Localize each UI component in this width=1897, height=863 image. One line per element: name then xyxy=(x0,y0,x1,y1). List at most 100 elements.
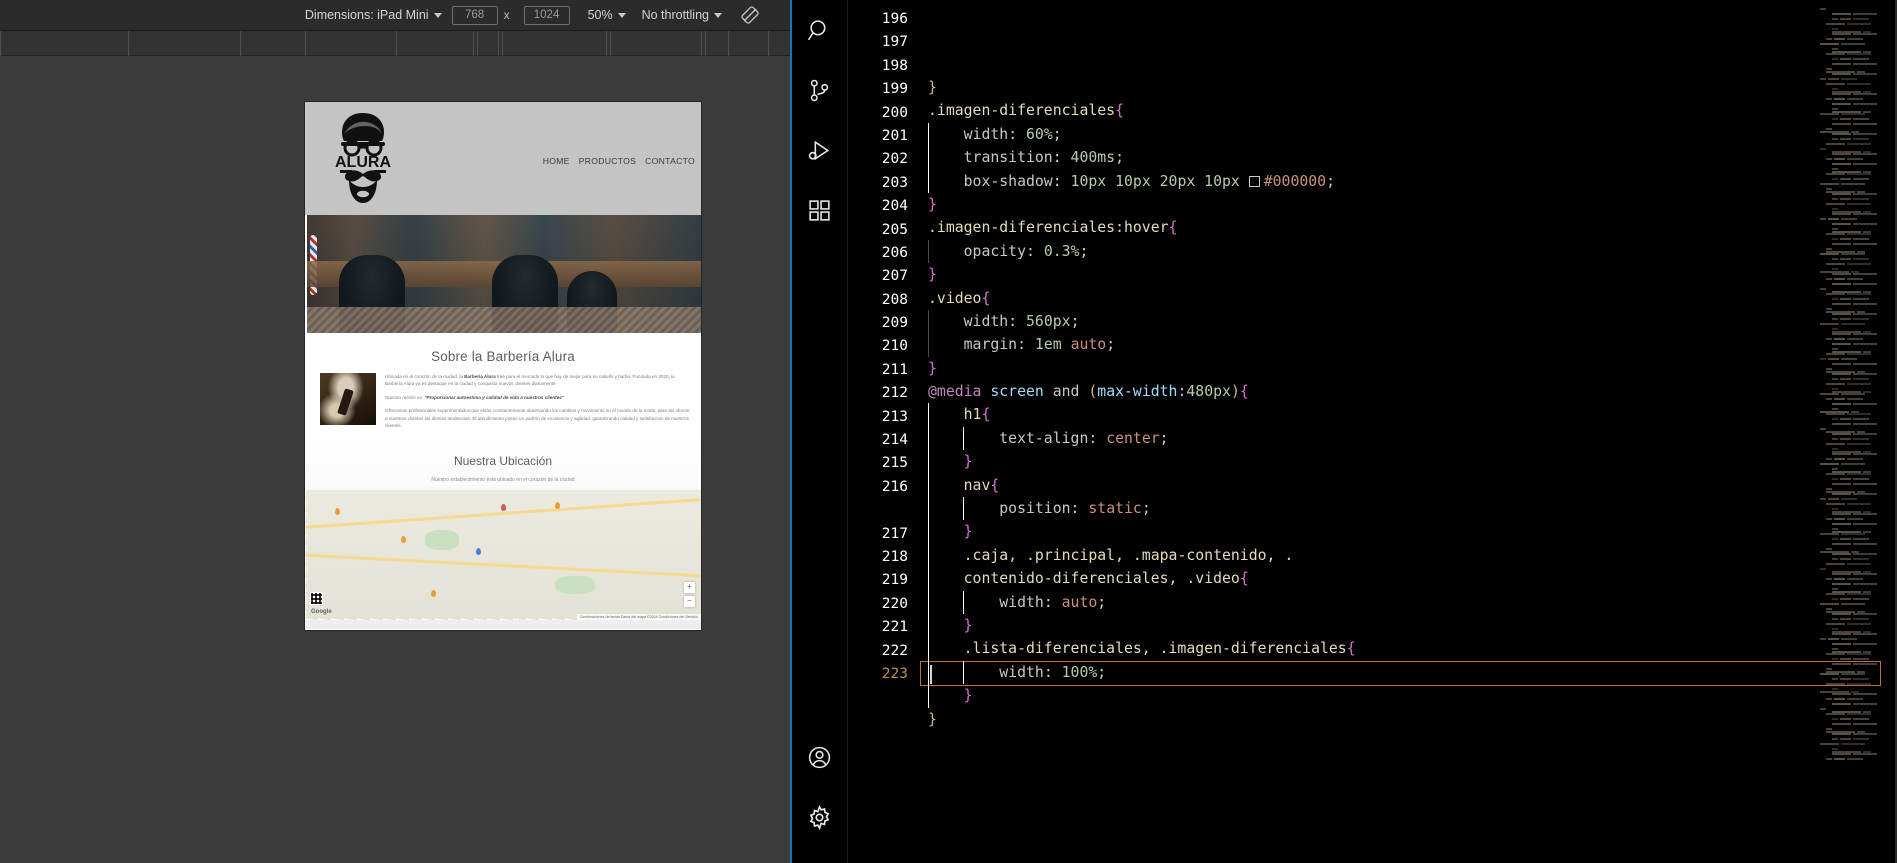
map-park-area xyxy=(425,529,459,550)
code-line[interactable] xyxy=(920,731,1897,754)
code-line[interactable]: } xyxy=(920,193,1897,216)
svg-text:ALURA: ALURA xyxy=(335,154,391,171)
indent-guide xyxy=(928,309,929,334)
line-number: 216 xyxy=(881,478,908,495)
code-token: 60% xyxy=(1026,125,1053,143)
indent-guide xyxy=(928,660,929,685)
code-line[interactable]: .imagen-diferenciales:hover{ xyxy=(920,216,1897,239)
code-line[interactable]: position: static; xyxy=(920,497,1897,521)
search-icon[interactable] xyxy=(796,6,844,54)
code-token: box-shadow xyxy=(928,172,1053,190)
code-token: static xyxy=(1088,500,1142,518)
embedded-map[interactable]: + − Google Combinaciones de teclas Datos… xyxy=(305,489,701,620)
accounts-icon[interactable] xyxy=(796,733,844,781)
code-line[interactable]: .video{ xyxy=(920,287,1897,310)
code-line-text: width: auto; xyxy=(928,591,1106,614)
hero-barbershop-image xyxy=(307,215,701,333)
code-line[interactable]: box-shadow: 10px 10px 20px 10px #000000; xyxy=(920,169,1897,193)
code-line[interactable]: } xyxy=(920,357,1897,380)
extensions-icon[interactable] xyxy=(796,186,844,234)
code-token: ; xyxy=(1141,500,1151,518)
map-marker[interactable] xyxy=(335,507,340,515)
minimap-line xyxy=(1820,145,1883,173)
run-and-debug-icon[interactable] xyxy=(796,126,844,174)
code-line[interactable]: width: 60%; xyxy=(920,122,1897,147)
code-line[interactable]: width: 560px; xyxy=(920,309,1897,334)
code-line[interactable]: .lista-diferenciales, .imagen-diferencia… xyxy=(920,637,1897,661)
code-line[interactable]: } xyxy=(920,450,1897,474)
code-line[interactable]: } xyxy=(920,684,1897,708)
map-zoom-out-button[interactable]: − xyxy=(684,595,695,607)
code-token: 1em xyxy=(1034,336,1062,354)
map-marker[interactable] xyxy=(555,501,560,509)
code-token: width xyxy=(928,125,1009,143)
code-token: ; xyxy=(1097,663,1107,681)
location-section: Nuestra Ubicación Nuestro establecimient… xyxy=(305,439,701,629)
code-line-text: .caja, .principal, .mapa-contenido, . co… xyxy=(928,544,1294,591)
code-line[interactable]: opacity: 0.3%; xyxy=(920,239,1897,264)
code-token: screen xyxy=(981,383,1044,401)
code-editor[interactable]: 196 197 198 199 200 201 202 203 204 205 206 207 208 2… xyxy=(848,0,1897,863)
code-line[interactable]: } xyxy=(920,708,1897,731)
viewport-width-input[interactable]: 768 xyxy=(451,5,498,25)
minimap-line xyxy=(1820,55,1883,65)
rotate-device-button[interactable] xyxy=(740,5,760,25)
zoom-dropdown[interactable]: 50% xyxy=(588,0,626,30)
code-line[interactable]: margin: 1em auto; xyxy=(920,333,1897,357)
indent-guide xyxy=(928,122,929,147)
code-token: ; xyxy=(1115,149,1125,167)
code-token: 560px xyxy=(1026,312,1071,330)
code-line[interactable]: } xyxy=(920,76,1897,99)
nav-item-home[interactable]: HOME xyxy=(543,156,570,166)
indent-guide xyxy=(928,333,929,357)
minimap-line xyxy=(1820,0,1883,10)
editor-minimap[interactable] xyxy=(1820,0,1883,760)
code-line[interactable]: .caja, .principal, .mapa-contenido, . co… xyxy=(920,543,1897,591)
code-token: ; xyxy=(1097,593,1107,611)
emulated-page-frame[interactable]: ALURA HOME PRODUCTOS CONTACTO Sobre la B… xyxy=(305,102,701,630)
source-control-icon[interactable] xyxy=(796,66,844,114)
line-number: 199 xyxy=(881,81,908,98)
map-marker[interactable] xyxy=(431,589,436,597)
code-line[interactable]: h1{ xyxy=(920,403,1897,427)
code-line[interactable]: nav{ xyxy=(920,473,1897,498)
minimap-line xyxy=(1820,505,1883,533)
minimap-line xyxy=(1820,655,1883,665)
map-marker[interactable] xyxy=(401,535,406,543)
code-line[interactable]: } xyxy=(920,614,1897,638)
minimap-line xyxy=(1820,535,1883,545)
indent-guide xyxy=(928,497,929,521)
code-line[interactable]: width: auto; xyxy=(920,590,1897,614)
code-line[interactable]: width: 100%; xyxy=(920,660,1897,685)
code-line[interactable]: @media screen and (max-width:480px){ xyxy=(920,380,1897,403)
code-token: : xyxy=(1017,336,1035,354)
code-line[interactable]: } xyxy=(920,263,1897,286)
settings-gear-icon[interactable] xyxy=(796,793,844,841)
nav-item-productos[interactable]: PRODUCTOS xyxy=(579,156,636,166)
throttling-label: No throttling xyxy=(641,8,709,22)
color-swatch[interactable] xyxy=(1248,175,1260,187)
code-content[interactable]: } .imagen-diferenciales{ width: 60%; tran… xyxy=(920,0,1897,863)
viewport-height-input[interactable]: 1024 xyxy=(523,5,570,25)
throttling-dropdown[interactable]: No throttling xyxy=(642,0,722,30)
site-nav[interactable]: HOME PRODUCTOS CONTACTO xyxy=(543,156,695,166)
line-number: 196 xyxy=(881,11,908,27)
line-number: 219 xyxy=(881,572,908,589)
code-line[interactable]: transition: 400ms; xyxy=(920,146,1897,170)
map-marker[interactable] xyxy=(501,503,506,511)
ruler-tick xyxy=(728,31,729,56)
code-line-text: width: 60%; xyxy=(928,123,1062,146)
code-token: } xyxy=(928,523,973,541)
code-line[interactable]: text-align: center; xyxy=(920,426,1897,451)
code-line[interactable]: } xyxy=(920,520,1897,544)
nav-item-contacto[interactable]: CONTACTO xyxy=(645,156,695,166)
map-attribution: Combinaciones de teclas Datos del mapa ©… xyxy=(576,613,701,620)
code-line-text: position: static; xyxy=(928,497,1151,520)
minimap-line xyxy=(1820,35,1883,45)
line-number: 213 xyxy=(881,408,908,425)
code-line[interactable]: .imagen-diferenciales{ xyxy=(920,99,1897,122)
dimensions-dropdown[interactable]: Dimensions: iPad Mini xyxy=(305,0,442,30)
map-marker[interactable] xyxy=(476,547,481,555)
map-zoom-in-button[interactable]: + xyxy=(684,581,695,593)
map-thumbnail-icon[interactable] xyxy=(310,591,323,605)
